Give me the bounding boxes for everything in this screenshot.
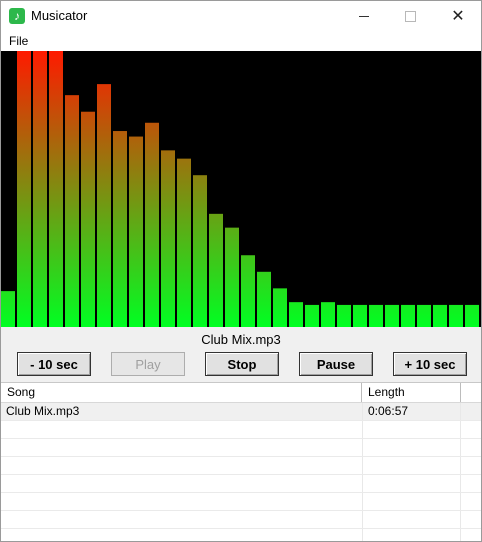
title-bar[interactable]: ♪ Musicator ✕ xyxy=(1,1,481,31)
spectrum-bar xyxy=(49,51,63,327)
spectrum-bar xyxy=(465,304,479,327)
empty-row xyxy=(1,511,481,529)
spectrum-svg xyxy=(1,51,479,327)
spectrum-bar xyxy=(225,227,239,327)
spectrum-bar xyxy=(273,288,287,327)
menu-file[interactable]: File xyxy=(9,34,28,48)
forward-10-button[interactable]: + 10 sec xyxy=(393,352,467,376)
table-row[interactable]: Club Mix.mp3 0:06:57 xyxy=(1,403,481,421)
spectrum-bar xyxy=(305,304,319,327)
spectrum-bar xyxy=(161,150,175,327)
spectrum-bar xyxy=(193,175,207,327)
maximize-icon xyxy=(404,10,416,22)
spectrum-bar xyxy=(241,255,255,327)
empty-row xyxy=(1,421,481,439)
spectrum-bar xyxy=(369,304,383,327)
spectrum-bar xyxy=(113,131,127,327)
spectrum-bar xyxy=(209,213,223,327)
column-header-length[interactable]: Length xyxy=(362,383,461,402)
column-header-song[interactable]: Song xyxy=(1,383,362,402)
stop-button[interactable]: Stop xyxy=(205,352,279,376)
spectrum-bar xyxy=(433,304,447,327)
spectrum-bar xyxy=(353,304,367,327)
pause-button[interactable]: Pause xyxy=(299,352,373,376)
window-title: Musicator xyxy=(31,8,88,23)
minimize-icon xyxy=(359,15,369,17)
empty-row xyxy=(1,529,481,541)
spectrum-bar xyxy=(289,302,303,327)
spectrum-bar xyxy=(33,51,47,327)
spectrum-bar xyxy=(65,95,79,327)
spectrum-bar xyxy=(97,84,111,327)
main-window: ♪ Musicator ✕ File Club Mix.mp3 - 10 sec… xyxy=(0,0,482,542)
music-note-icon: ♪ xyxy=(9,8,25,24)
spectrum-bar xyxy=(401,304,415,327)
empty-cell xyxy=(362,421,461,438)
play-button[interactable]: Play xyxy=(111,352,185,376)
empty-cell xyxy=(362,457,461,474)
spectrum-bar xyxy=(145,122,159,327)
playlist-table: Song Length Club Mix.mp3 0:06:57 xyxy=(1,382,481,541)
empty-row xyxy=(1,493,481,511)
rewind-10-button[interactable]: - 10 sec xyxy=(17,352,91,376)
spectrum-bar xyxy=(449,304,463,327)
length-cell: 0:06:57 xyxy=(362,403,461,420)
empty-cell xyxy=(362,493,461,510)
playlist-rows: Club Mix.mp3 0:06:57 xyxy=(1,403,481,541)
spectrum-bar xyxy=(81,111,95,327)
spectrum-bar xyxy=(385,304,399,327)
playlist-header: Song Length xyxy=(1,383,481,403)
close-icon: ✕ xyxy=(451,8,465,25)
spectrum-bar xyxy=(337,304,351,327)
spectrum-bar xyxy=(417,304,431,327)
empty-cell xyxy=(362,475,461,492)
empty-cell xyxy=(362,439,461,456)
empty-cell xyxy=(362,529,461,541)
close-button[interactable]: ✕ xyxy=(435,1,481,31)
empty-cell xyxy=(362,511,461,528)
empty-row xyxy=(1,457,481,475)
spectrum-bar xyxy=(321,302,335,327)
song-cell: Club Mix.mp3 xyxy=(6,404,80,418)
now-playing-label: Club Mix.mp3 xyxy=(201,332,281,347)
spectrum-bar xyxy=(257,271,271,327)
empty-row xyxy=(1,475,481,493)
spectrum-bar xyxy=(17,51,31,327)
minimize-button[interactable] xyxy=(341,1,387,31)
spectrum-bar xyxy=(1,291,15,327)
menu-bar: File xyxy=(1,31,481,51)
empty-row xyxy=(1,439,481,457)
spectrum-visualizer xyxy=(1,51,481,327)
spectrum-bar xyxy=(177,158,191,327)
spectrum-bar xyxy=(129,136,143,327)
maximize-button[interactable] xyxy=(387,1,433,31)
